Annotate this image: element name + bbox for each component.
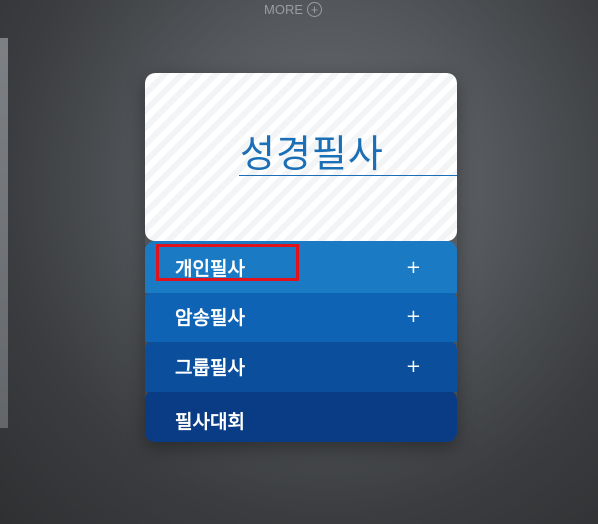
expand-plus-icon[interactable]: + xyxy=(406,257,421,278)
menu-item-label: 그룹필사 xyxy=(175,356,245,379)
menu-item-contest[interactable]: 필사대회 xyxy=(145,390,457,442)
menu-item-label: 필사대회 xyxy=(175,411,245,433)
menu-item-memorization[interactable]: 암송필사 + xyxy=(145,290,457,342)
expand-plus-icon[interactable]: + xyxy=(406,356,421,377)
selection-highlight-box xyxy=(156,244,299,281)
card-title: 성경필사 xyxy=(240,132,384,176)
expand-plus-icon[interactable]: + xyxy=(406,306,421,327)
background-photo-edge xyxy=(0,38,8,428)
card-header: 성경필사 xyxy=(145,73,457,241)
menu-item-group[interactable]: 그룹필사 + xyxy=(145,340,457,392)
more-link[interactable]: MORE + xyxy=(264,0,322,18)
more-label: MORE xyxy=(264,1,303,17)
title-underline xyxy=(239,175,457,176)
menu-item-label: 암송필사 xyxy=(175,306,245,329)
plus-circle-icon: + xyxy=(307,1,322,17)
